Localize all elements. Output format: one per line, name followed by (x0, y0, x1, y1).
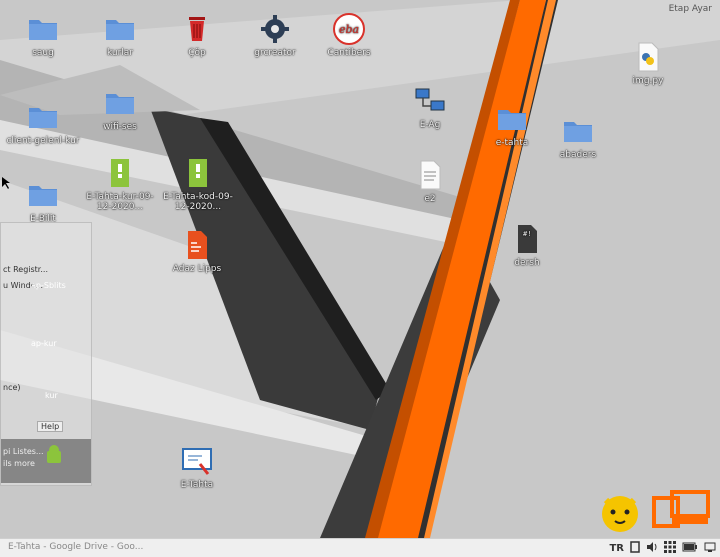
desktop-icon-abaders[interactable]: abaders (538, 114, 618, 160)
desktop-icon-saug[interactable]: saug (3, 12, 83, 58)
desktop-icon-e-tahta-app[interactable]: E-Tahta (157, 444, 237, 490)
window-text: ct Registr... (3, 265, 48, 274)
desktop-icon-label: grcreator (254, 48, 296, 58)
desktop-icon-client-gelenl-kur[interactable]: client-gelenl-kur (3, 100, 83, 146)
desktop-icon-grcreator[interactable]: grcreator (235, 12, 315, 58)
desktop-icon-dersh[interactable]: #! dersh (487, 222, 567, 268)
script-file-icon: #! (518, 225, 537, 253)
apps-grid-icon[interactable] (664, 540, 676, 556)
window-text: pi Listes... (3, 447, 44, 456)
keyboard-layout[interactable]: TR (609, 543, 624, 554)
system-tray: TR (609, 540, 716, 556)
desktop-icon-e-tahta-kod-zip[interactable]: E-Tahta-kod-09-12-2020... (158, 156, 238, 212)
folder-icon (29, 108, 57, 128)
desktop-icon-e-bilit[interactable]: E-Bilit (3, 178, 83, 224)
desktop-icon-img-py[interactable]: img.py (608, 40, 688, 86)
desktop-icon-label: Adaz Lipps (172, 264, 222, 274)
desktop-icon-e-tahta-kur-zip[interactable]: E-Tahta-kur-09-12-2020... (80, 156, 160, 212)
folder-icon (106, 94, 134, 114)
window-text: ap-Sblits (31, 281, 66, 290)
pardus-logo-icon (602, 496, 638, 532)
desktop-icon-label: Cantibers (327, 48, 371, 58)
brand-logo-icon (652, 490, 710, 528)
desktop-icon-label: e2 (424, 194, 436, 204)
trash-icon (189, 17, 205, 41)
etap-ayar-label[interactable]: Etap Ayar (669, 4, 712, 14)
archive-file-icon (189, 159, 207, 187)
window-text: ils more (3, 459, 35, 468)
desktop-icon-trash[interactable]: Çöp (157, 12, 237, 58)
window-text: kur (45, 391, 58, 400)
folder-icon (498, 110, 526, 130)
folder-icon (106, 20, 134, 40)
folder-icon (29, 186, 57, 206)
desktop-icon-label: dersh (514, 258, 540, 268)
eba-logo-icon: eba (333, 13, 365, 45)
taskbar: E-Tahta - Google Drive - Goo... TR (0, 538, 720, 557)
network-icon (415, 88, 445, 111)
whiteboard-icon (182, 448, 212, 475)
gear-icon (261, 15, 289, 43)
desktop-icon-label: E-Ag (419, 120, 441, 130)
network-status-icon[interactable] (704, 541, 716, 556)
desktop-icon-label: wifi-ses (103, 122, 137, 132)
help-button[interactable]: Help (37, 421, 64, 432)
translucent-window[interactable]: ct Registr... u Windo... ap-Sblits ap-ku… (0, 222, 92, 486)
archive-file-icon (111, 159, 129, 187)
desktop-icon-label: E-Tahta-kur-09-12-2020... (86, 192, 154, 212)
svg-text:#!: #! (523, 230, 531, 238)
android-icon (47, 445, 61, 463)
desktop-icon-adaz-lipps[interactable]: Adaz Lipps (157, 228, 237, 274)
desktop-icon-cantibers[interactable]: eba Cantibers (309, 12, 389, 58)
desktop-icon-label: E-Tahta-kod-09-12-2020... (163, 192, 233, 212)
python-file-icon (638, 42, 659, 72)
desktop-icon-text-file[interactable]: e2 (390, 158, 470, 204)
desktop-icon-label: E-Tahta (180, 480, 214, 490)
window-text: ap-kur (31, 339, 57, 348)
volume-icon[interactable] (646, 541, 658, 556)
folder-icon (29, 20, 57, 40)
window-text: nce) (3, 383, 21, 392)
desktop-icon-label: saug (32, 48, 54, 58)
svg-text:eba: eba (339, 23, 359, 36)
taskbar-task[interactable]: E-Tahta - Google Drive - Goo... (8, 542, 143, 552)
battery-icon[interactable] (682, 542, 698, 555)
desktop-icon-label: abaders (559, 150, 597, 160)
window-dark-panel: pi Listes... ils more (1, 439, 91, 483)
folder-icon (564, 122, 592, 142)
window-icon[interactable] (630, 540, 640, 556)
presentation-file-icon (188, 231, 207, 259)
desktop-icon-wifi-ses[interactable]: wifi-ses (80, 86, 160, 132)
desktop-icon-kurlar[interactable]: kurlar (80, 12, 160, 58)
desktop-icon-label: img.py (632, 76, 664, 86)
desktop-icon-e-ag[interactable]: E-Ag (390, 84, 470, 130)
text-file-icon (420, 160, 441, 190)
desktop-icon-label: kurlar (106, 48, 134, 58)
desktop-icon-label: client-gelenl-kur (6, 136, 80, 146)
desktop-icon-label: Çöp (188, 48, 206, 58)
